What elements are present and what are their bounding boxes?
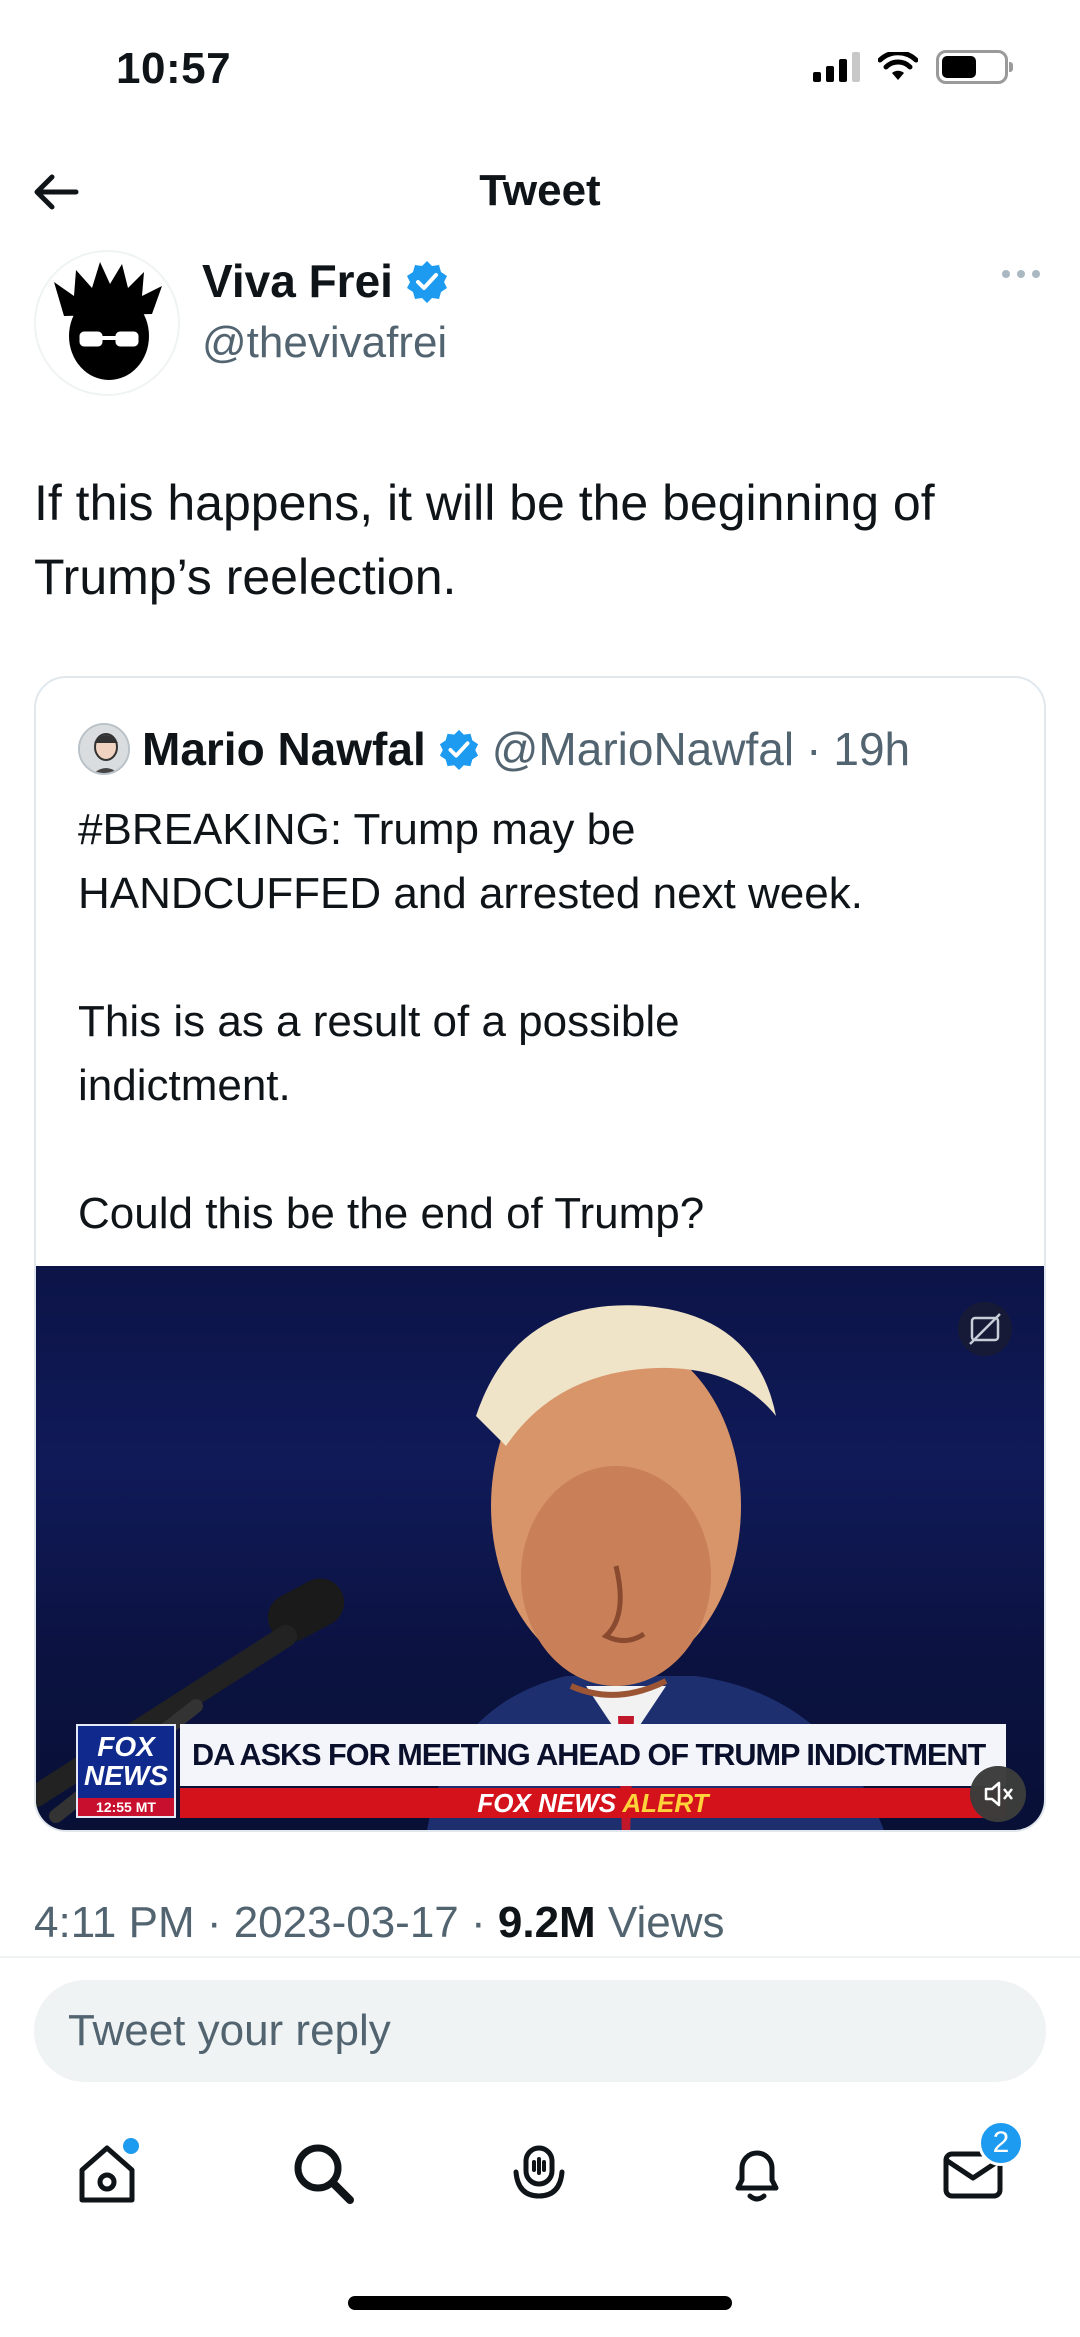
quoted-author-avatar — [78, 723, 130, 775]
author-name[interactable]: Viva Frei — [202, 254, 393, 308]
quoted-avatar-illustration — [80, 725, 128, 773]
alert-text-white: FOX NEWS — [477, 1788, 623, 1818]
fox-logo-line1: FOX — [97, 1731, 155, 1762]
broadcast-clock: 12:55 MT — [78, 1798, 174, 1816]
tweet-text: If this happens, it will be the beginnin… — [34, 475, 935, 605]
messages-badge: 2 — [978, 2120, 1024, 2166]
quoted-author-name: Mario Nawfal — [142, 723, 426, 775]
spaces-icon[interactable] — [504, 2138, 574, 2208]
views-label: Views — [595, 1898, 725, 1947]
tweet-meta: 4:11 PM · 2023-03-17 · 9.2M Views — [34, 1898, 725, 1948]
quoted-verified-badge-icon — [439, 729, 478, 770]
notifications-bell-icon[interactable] — [722, 2138, 792, 2208]
muted-speaker-icon[interactable] — [970, 1766, 1026, 1822]
more-options-icon[interactable] — [1002, 270, 1040, 278]
home-icon[interactable] — [72, 2138, 142, 2208]
messages-nav[interactable]: 2 — [938, 2120, 1024, 2208]
status-time: 10:57 — [116, 44, 232, 93]
video-player[interactable]: FOX NEWS 12:55 MT DA ASKS FOR MEETING AH… — [36, 1266, 1044, 1830]
quoted-tweet-text: #BREAKING: Trump may be HANDCUFFED and a… — [78, 805, 863, 1238]
verified-badge-icon — [406, 261, 447, 303]
views-count[interactable]: 9.2M — [498, 1898, 596, 1947]
quoted-tweet-header: Mario Nawfal @MarioNawfal · 19h — [78, 722, 910, 776]
page-title: Tweet — [479, 166, 601, 215]
home-indicator — [348, 2296, 732, 2310]
news-alert-bar: FOX NEWS ALERT — [180, 1788, 1006, 1818]
quoted-separator: · — [806, 723, 822, 775]
news-lower-third: FOX NEWS 12:55 MT DA ASKS FOR MEETING AH… — [76, 1724, 1006, 1818]
alert-text-yellow: ALERT — [622, 1788, 709, 1818]
quoted-tweet-card[interactable]: Mario Nawfal @MarioNawfal · 19h #BREAKIN… — [34, 676, 1046, 1832]
status-icons — [813, 50, 1013, 84]
author-avatar[interactable] — [34, 250, 180, 396]
battery-icon — [936, 50, 1013, 84]
quoted-time: 19h — [833, 723, 911, 775]
captions-icon[interactable] — [958, 1302, 1012, 1356]
reply-input[interactable]: Tweet your reply — [34, 1980, 1046, 2082]
author-handle[interactable]: @thevivafrei — [202, 318, 447, 368]
quoted-author-handle: @MarioNawfal — [491, 723, 795, 775]
avatar-illustration — [54, 262, 162, 380]
tweet-timestamp: 4:11 PM · 2023-03-17 · — [34, 1898, 498, 1947]
fox-news-logo: FOX NEWS 12:55 MT — [76, 1724, 176, 1818]
wifi-icon — [878, 52, 918, 80]
author-name-row[interactable]: Viva Frei — [202, 254, 449, 308]
fox-logo-line2: NEWS — [84, 1760, 168, 1791]
search-icon[interactable] — [288, 2138, 358, 2208]
divider — [0, 1956, 1080, 1958]
news-headline: DA ASKS FOR MEETING AHEAD OF TRUMP INDIC… — [180, 1724, 1006, 1786]
cellular-signal-icon — [813, 52, 860, 82]
